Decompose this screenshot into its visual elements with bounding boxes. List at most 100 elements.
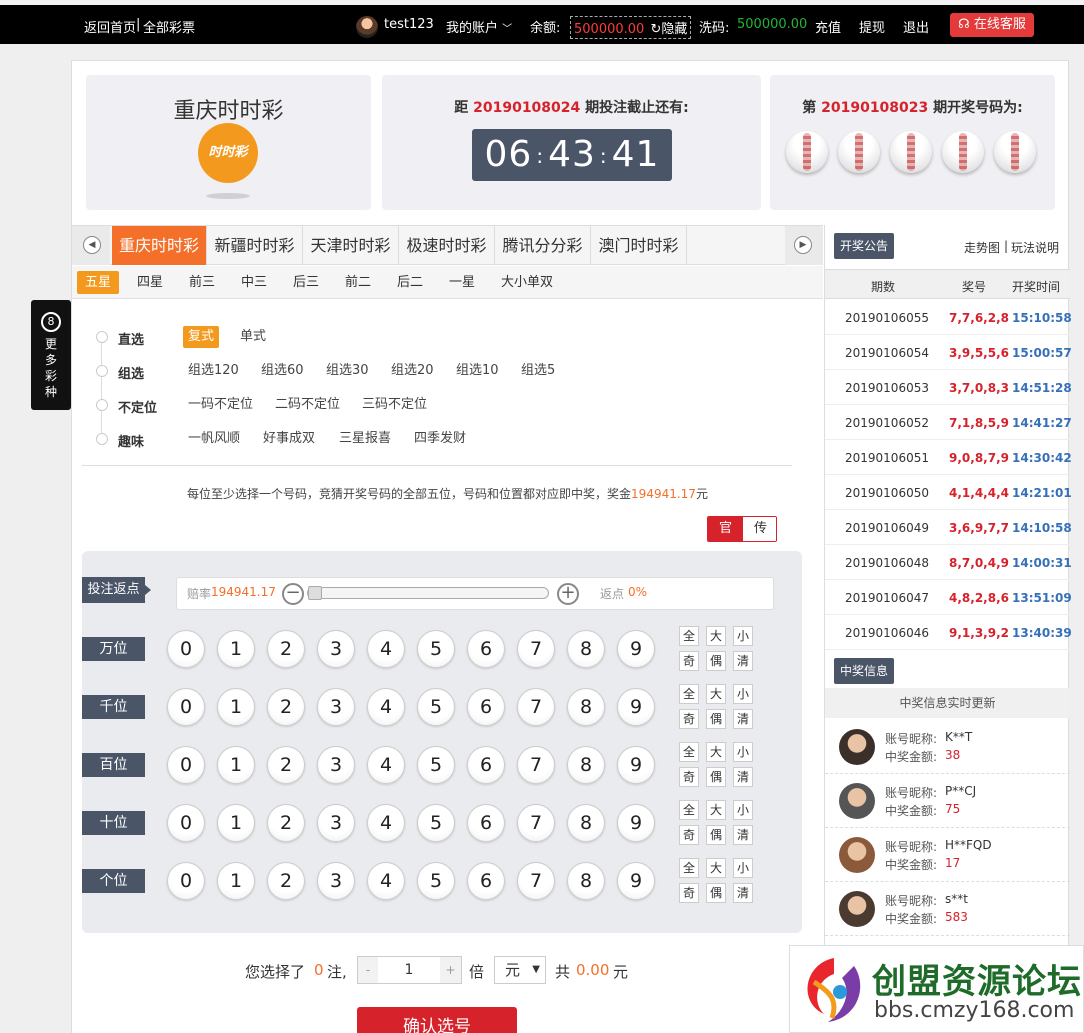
digit-ball[interactable]: 9: [617, 630, 655, 668]
digit-ball[interactable]: 6: [467, 746, 505, 784]
trend-chart-link[interactable]: 走势图: [964, 239, 1000, 256]
username[interactable]: test123: [384, 17, 434, 32]
digit-ball[interactable]: 7: [517, 688, 555, 726]
play-option[interactable]: 复式: [183, 326, 220, 348]
digit-ball[interactable]: 7: [517, 804, 555, 842]
digit-ball[interactable]: 0: [167, 688, 205, 726]
quick-select-button[interactable]: 大: [706, 800, 726, 820]
digit-ball[interactable]: 0: [167, 630, 205, 668]
digit-ball[interactable]: 6: [467, 630, 505, 668]
quick-select-button[interactable]: 清: [733, 825, 753, 845]
digit-ball[interactable]: 1: [217, 630, 255, 668]
chevron-left-icon[interactable]: ◀: [83, 236, 101, 254]
digit-ball[interactable]: 3: [317, 804, 355, 842]
chevron-right-icon[interactable]: ▶: [794, 236, 812, 254]
play-option[interactable]: 组选120: [183, 360, 244, 382]
quick-select-button[interactable]: 全: [679, 800, 699, 820]
currency-select[interactable]: 元 ▼: [494, 956, 546, 984]
decrement-button[interactable]: -: [358, 957, 378, 983]
quick-select-button[interactable]: 清: [733, 651, 753, 671]
digit-ball[interactable]: 7: [517, 746, 555, 784]
tab-tjssc[interactable]: 天津时时彩: [303, 226, 399, 265]
digit-ball[interactable]: 6: [467, 804, 505, 842]
digit-ball[interactable]: 1: [217, 862, 255, 900]
quick-select-button[interactable]: 偶: [706, 767, 726, 787]
confirm-selection-button[interactable]: 确认选号: [357, 1007, 517, 1033]
digit-ball[interactable]: 8: [567, 746, 605, 784]
withdraw-link[interactable]: 提现: [859, 17, 885, 36]
slider-handle[interactable]: [308, 586, 322, 600]
quick-select-button[interactable]: 奇: [679, 767, 699, 787]
digit-ball[interactable]: 7: [517, 630, 555, 668]
digit-ball[interactable]: 4: [367, 804, 405, 842]
subtab-five-star[interactable]: 五星: [77, 271, 120, 294]
digit-ball[interactable]: 2: [267, 804, 305, 842]
digit-ball[interactable]: 5: [417, 746, 455, 784]
multiple-input[interactable]: 1: [378, 957, 440, 983]
home-link[interactable]: 返回首页: [84, 17, 136, 36]
digit-ball[interactable]: 8: [567, 630, 605, 668]
tab-jsssc[interactable]: 极速时时彩: [399, 226, 495, 265]
digit-ball[interactable]: 4: [367, 746, 405, 784]
hide-balance-button[interactable]: ↻隐藏: [650, 22, 687, 37]
digit-ball[interactable]: 9: [617, 688, 655, 726]
digit-ball[interactable]: 0: [167, 862, 205, 900]
quick-select-button[interactable]: 偶: [706, 883, 726, 903]
digit-ball[interactable]: 8: [567, 804, 605, 842]
digit-ball[interactable]: 1: [217, 746, 255, 784]
quick-select-button[interactable]: 大: [706, 742, 726, 762]
quick-select-button[interactable]: 偶: [706, 825, 726, 845]
quick-select-button[interactable]: 偶: [706, 651, 726, 671]
quick-select-button[interactable]: 奇: [679, 825, 699, 845]
play-option[interactable]: 三码不定位: [357, 394, 432, 416]
play-option[interactable]: 组选60: [256, 360, 309, 382]
digit-ball[interactable]: 4: [367, 630, 405, 668]
quick-select-button[interactable]: 全: [679, 626, 699, 646]
tab-cqssc[interactable]: 重庆时时彩: [112, 226, 207, 265]
play-option[interactable]: 四季发财: [409, 428, 471, 450]
tab-txffc[interactable]: 腾讯分分彩: [495, 226, 591, 265]
digit-ball[interactable]: 3: [317, 688, 355, 726]
play-option[interactable]: 一码不定位: [183, 394, 258, 416]
digit-ball[interactable]: 2: [267, 862, 305, 900]
digit-ball[interactable]: 3: [317, 630, 355, 668]
digit-ball[interactable]: 2: [267, 630, 305, 668]
digit-ball[interactable]: 2: [267, 688, 305, 726]
subtab-big-small-odd-even[interactable]: 大小单双: [493, 271, 561, 294]
digit-ball[interactable]: 7: [517, 862, 555, 900]
quick-select-button[interactable]: 大: [706, 684, 726, 704]
tab-amssc[interactable]: 澳门时时彩: [591, 226, 687, 265]
quick-select-button[interactable]: 小: [733, 684, 753, 704]
digit-ball[interactable]: 0: [167, 746, 205, 784]
quick-select-button[interactable]: 小: [733, 800, 753, 820]
recharge-link[interactable]: 充值: [815, 17, 841, 36]
quick-select-button[interactable]: 全: [679, 684, 699, 704]
subtab-back-two[interactable]: 后二: [389, 271, 431, 294]
play-option[interactable]: 组选20: [386, 360, 439, 382]
increment-button[interactable]: +: [440, 957, 461, 983]
digit-ball[interactable]: 3: [317, 862, 355, 900]
digit-ball[interactable]: 9: [617, 862, 655, 900]
rules-link[interactable]: 玩法说明: [1011, 239, 1059, 256]
digit-ball[interactable]: 2: [267, 746, 305, 784]
quick-select-button[interactable]: 清: [733, 709, 753, 729]
digit-ball[interactable]: 8: [567, 688, 605, 726]
quick-select-button[interactable]: 小: [733, 858, 753, 878]
quick-select-button[interactable]: 全: [679, 742, 699, 762]
traditional-mode-button[interactable]: 传: [743, 517, 776, 541]
subtab-back-three[interactable]: 后三: [285, 271, 327, 294]
subtab-four-star[interactable]: 四星: [129, 271, 171, 294]
digit-ball[interactable]: 5: [417, 630, 455, 668]
digit-ball[interactable]: 1: [217, 804, 255, 842]
quick-select-button[interactable]: 小: [733, 626, 753, 646]
tab-xjssc[interactable]: 新疆时时彩: [207, 226, 303, 265]
rebate-slider[interactable]: [307, 586, 549, 600]
quick-select-button[interactable]: 偶: [706, 709, 726, 729]
minus-button[interactable]: −: [282, 583, 304, 605]
logout-link[interactable]: 退出: [903, 17, 929, 36]
avatar[interactable]: [356, 16, 378, 38]
play-option[interactable]: 组选5: [516, 360, 560, 382]
digit-ball[interactable]: 5: [417, 804, 455, 842]
online-service-button[interactable]: ☊ 在线客服: [950, 13, 1034, 37]
quick-select-button[interactable]: 大: [706, 858, 726, 878]
